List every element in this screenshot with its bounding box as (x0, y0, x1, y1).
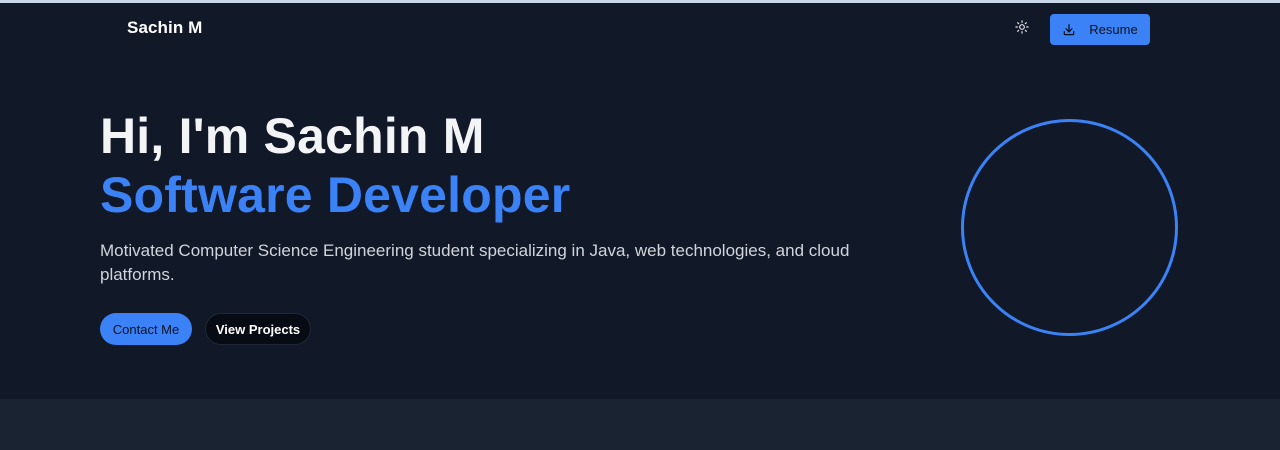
view-projects-button[interactable]: View Projects (205, 313, 311, 345)
next-section (0, 399, 1280, 450)
resume-button[interactable]: Resume (1050, 14, 1150, 45)
avatar-ring (961, 119, 1178, 336)
brand-logo[interactable]: Sachin M (127, 18, 202, 38)
download-icon (1062, 23, 1076, 37)
page: Sachin M Resume Hi, I'm Sachin M Softwar… (0, 0, 1280, 450)
hero-greeting: Hi, I'm Sachin M (100, 108, 485, 164)
contact-button[interactable]: Contact Me (100, 313, 192, 345)
theme-toggle-button[interactable] (1011, 18, 1033, 40)
hero-description: Motivated Computer Science Engineering s… (100, 241, 850, 284)
sun-icon (1015, 19, 1029, 39)
hero-role: Software Developer (100, 167, 571, 223)
resume-label: Resume (1089, 22, 1138, 37)
site-header: Sachin M Resume (0, 3, 1280, 57)
